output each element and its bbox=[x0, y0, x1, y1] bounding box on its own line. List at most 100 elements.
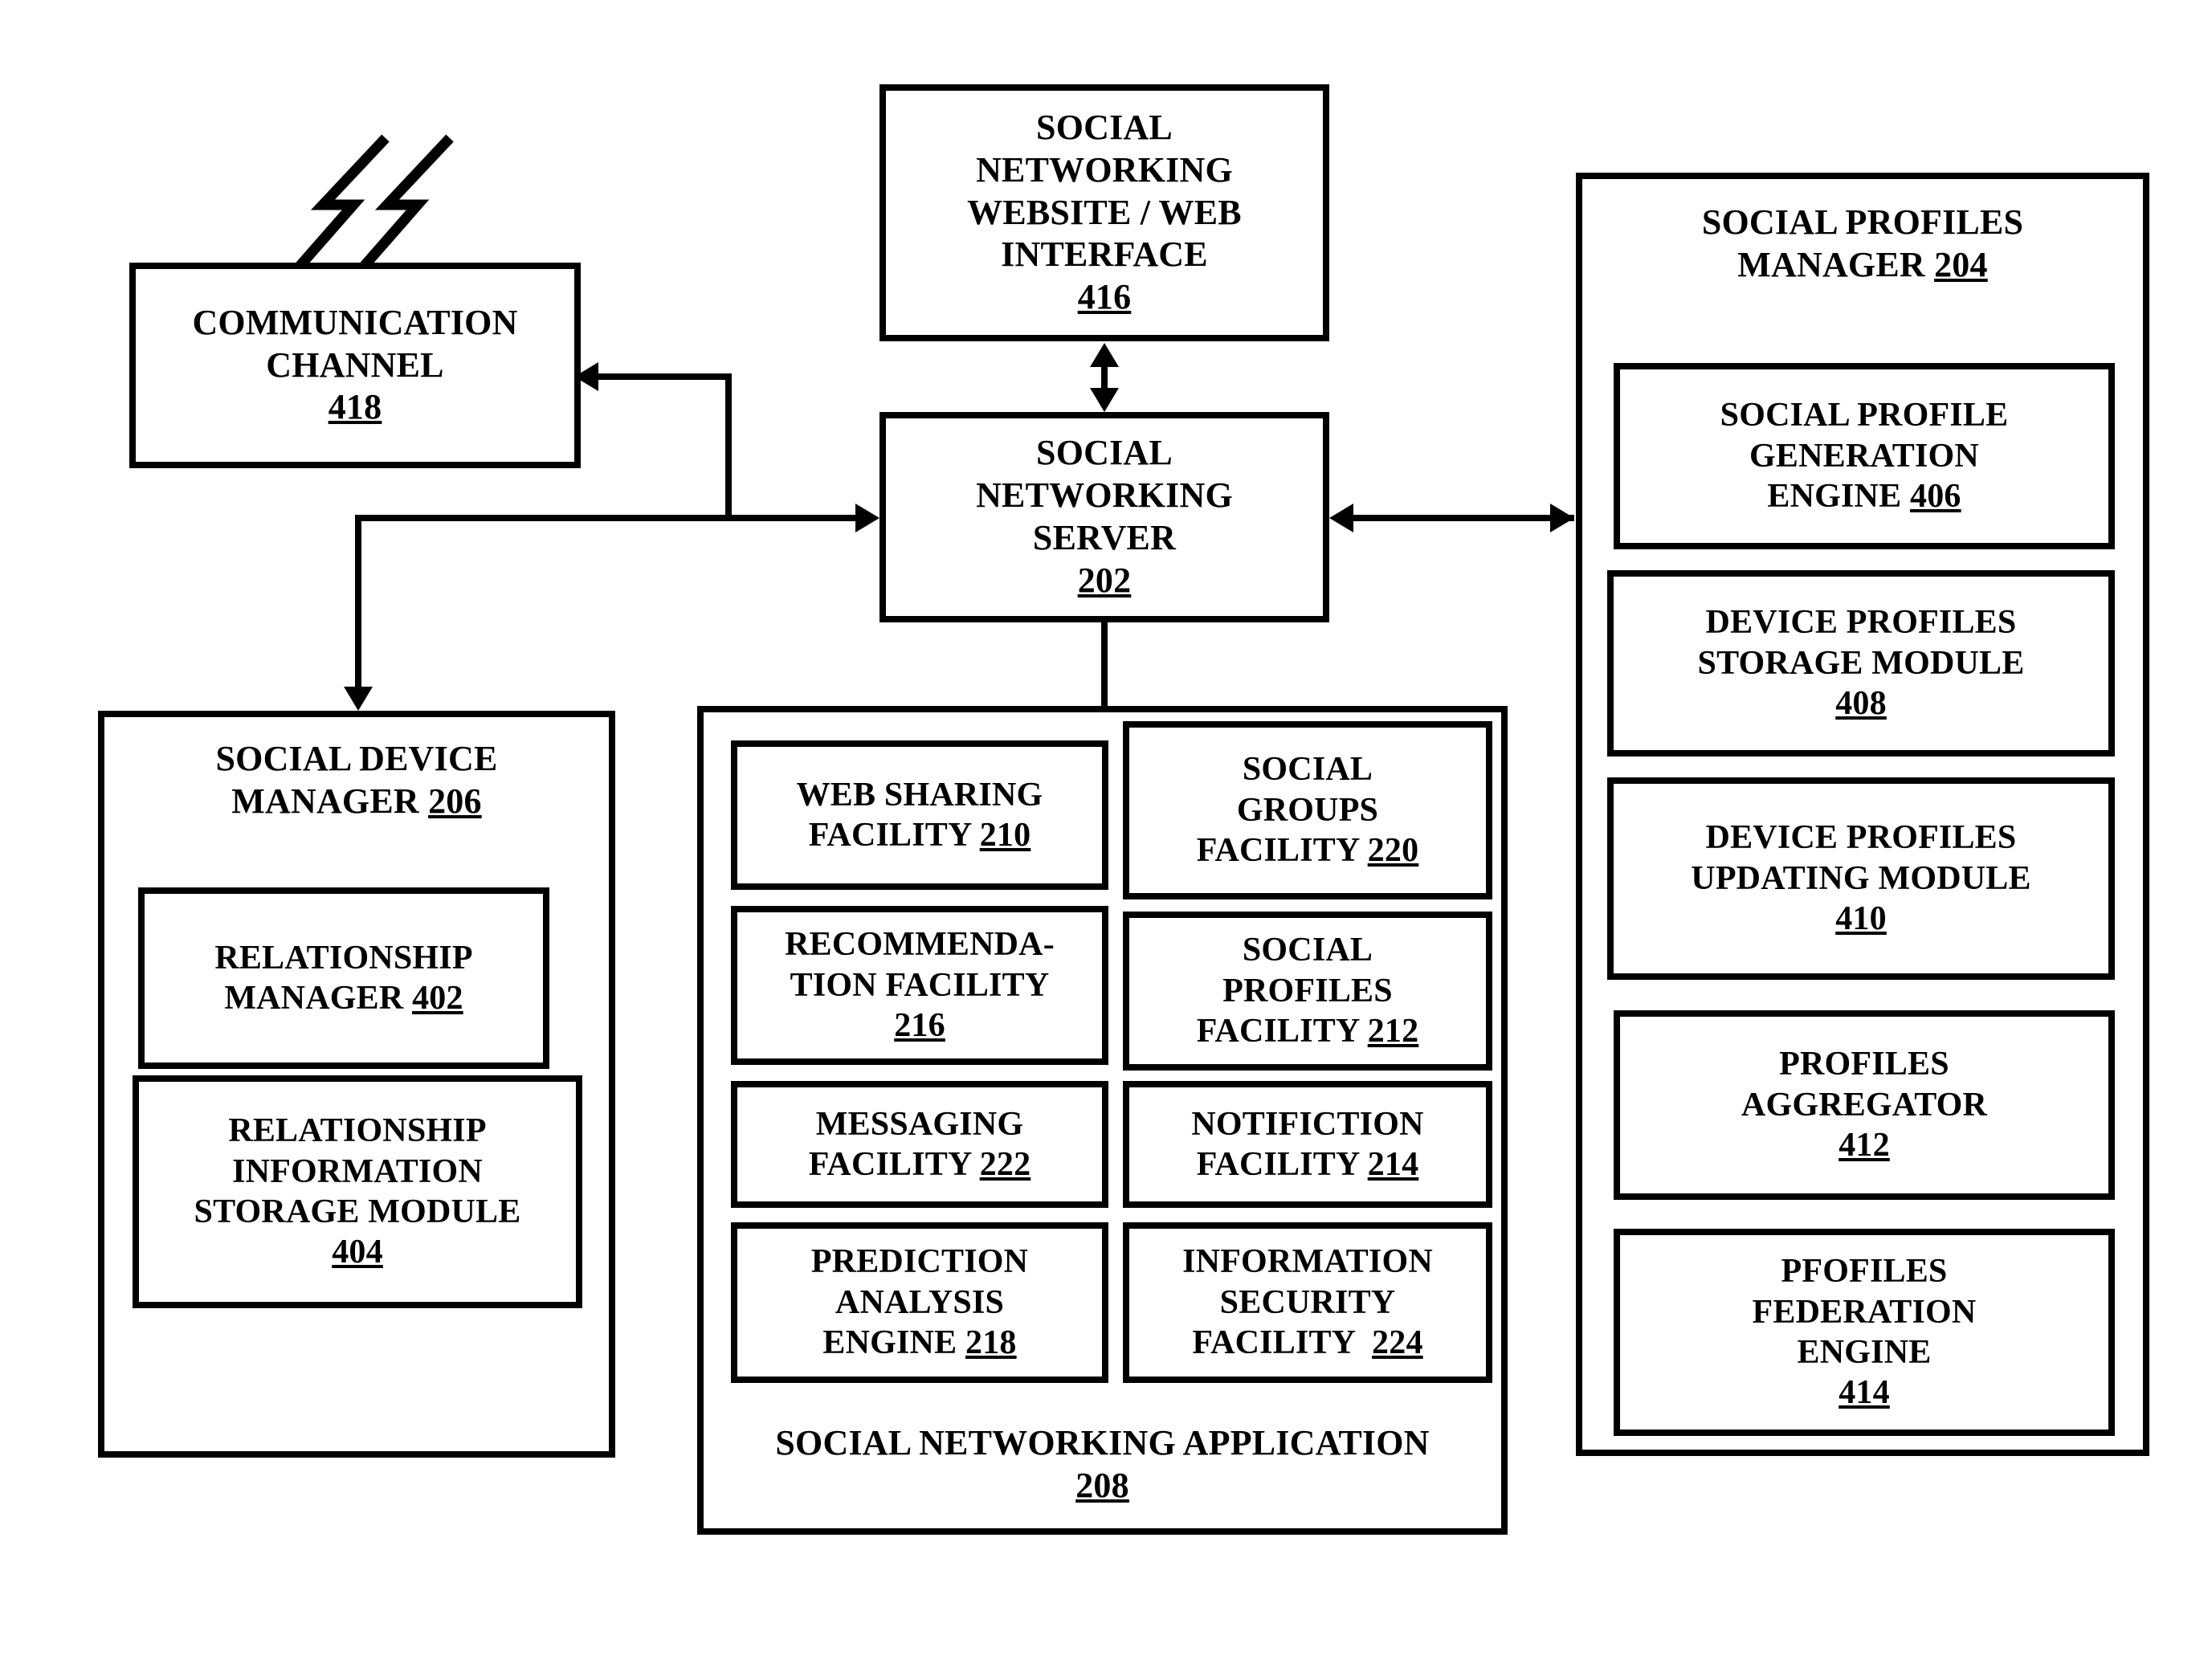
device-profiles-updating-module-box[interactable]: DEVICE PROFILES UPDATING MODULE 410 bbox=[1607, 777, 2115, 980]
prediction-line-3: ENGINE 218 bbox=[822, 1323, 1016, 1363]
wireless-signal-icon bbox=[293, 134, 454, 273]
arrow-right-into-server bbox=[855, 504, 879, 532]
communication-channel-line-1: COMMUNICATION bbox=[192, 302, 518, 342]
spge-ref: 406 bbox=[1910, 478, 1961, 516]
social-networking-server-box[interactable]: SOCIAL NETWORKING SERVER 202 bbox=[879, 412, 1329, 622]
social-device-manager-label-tail: MANAGER bbox=[231, 781, 429, 821]
social-networking-website-box[interactable]: SOCIAL NETWORKING WEBSITE / WEB INTERFAC… bbox=[879, 84, 1329, 341]
relationship-manager-label-tail: MANAGER bbox=[224, 980, 413, 1017]
recommendation-ref: 216 bbox=[894, 1007, 945, 1045]
social-profiles-manager-label-tail: MANAGER bbox=[1737, 244, 1935, 284]
website-line-1: SOCIAL bbox=[1036, 108, 1173, 147]
arrow-left-into-communication-channel bbox=[574, 362, 598, 391]
recommendation-line-2: TION FACILITY bbox=[790, 966, 1050, 1004]
spge-label-tail: ENGINE bbox=[1767, 478, 1910, 516]
aggregator-ref: 412 bbox=[1839, 1127, 1890, 1164]
information-security-ref: 224 bbox=[1372, 1324, 1423, 1362]
prediction-label-tail: ENGINE bbox=[822, 1324, 965, 1362]
prediction-line-1: PREDICTION bbox=[810, 1243, 1029, 1281]
figure-canvas: COMMUNICATION CHANNEL 418 SOCIAL NETWORK… bbox=[0, 0, 2212, 1660]
arrow-down-to-server bbox=[1090, 388, 1119, 412]
notification-ref: 214 bbox=[1367, 1146, 1419, 1183]
information-security-line-2: SECURITY bbox=[1219, 1283, 1396, 1321]
messaging-line-2: FACILITY 222 bbox=[809, 1144, 1031, 1185]
social-groups-facility-box[interactable]: SOCIAL GROUPS FACILITY 220 bbox=[1123, 721, 1492, 899]
relationship-info-line-3: STORAGE MODULE bbox=[194, 1193, 521, 1230]
prediction-ref: 218 bbox=[965, 1324, 1017, 1362]
relationship-information-storage-module-box[interactable]: RELATIONSHIP INFORMATION STORAGE MODULE … bbox=[133, 1075, 582, 1308]
social-profiles-facility-box[interactable]: SOCIAL PROFILES FACILITY 212 bbox=[1123, 912, 1492, 1071]
information-security-line-3: FACILITY 224 bbox=[1192, 1323, 1422, 1363]
web-sharing-line-1: WEB SHARING bbox=[796, 776, 1043, 814]
website-line-2: NETWORKING bbox=[976, 149, 1233, 190]
social-networking-application-title: SOCIAL NETWORKING APPLICATION bbox=[775, 1423, 1430, 1463]
connector-into-channel-line bbox=[596, 373, 732, 380]
social-groups-ref: 220 bbox=[1367, 832, 1419, 870]
notification-line-1: NOTIFICTION bbox=[1191, 1105, 1424, 1143]
social-groups-line-2: GROUPS bbox=[1236, 791, 1379, 829]
profiles-aggregator-box[interactable]: PROFILES AGGREGATOR 412 bbox=[1614, 1010, 2115, 1200]
relationship-manager-box[interactable]: RELATIONSHIP MANAGER 402 bbox=[138, 887, 549, 1069]
web-sharing-ref: 210 bbox=[979, 817, 1031, 854]
web-sharing-line-2: FACILITY 210 bbox=[809, 815, 1031, 855]
dpum-ref: 410 bbox=[1835, 900, 1887, 938]
server-line-1: SOCIAL bbox=[1036, 433, 1173, 473]
relationship-manager-ref: 402 bbox=[412, 980, 463, 1017]
connector-server-to-application-line bbox=[1101, 622, 1108, 711]
social-profiles-facility-ref: 212 bbox=[1367, 1013, 1419, 1050]
relationship-manager-line-2: MANAGER 402 bbox=[224, 978, 463, 1018]
web-sharing-facility-box[interactable]: WEB SHARING FACILITY 210 bbox=[731, 740, 1108, 890]
relationship-info-line-2: INFORMATION bbox=[232, 1152, 483, 1190]
social-profiles-manager-line-1: SOCIAL PROFILES bbox=[1701, 202, 2024, 242]
social-device-manager-line-2: MANAGER 206 bbox=[231, 781, 481, 823]
spge-line-2: GENERATION bbox=[1749, 437, 1979, 475]
relationship-info-ref: 404 bbox=[332, 1234, 383, 1271]
arrow-up-to-website bbox=[1090, 343, 1119, 367]
social-profile-generation-engine-box[interactable]: SOCIAL PROFILE GENERATION ENGINE 406 bbox=[1614, 363, 2115, 549]
notification-label-tail: FACILITY bbox=[1196, 1146, 1368, 1183]
communication-channel-box[interactable]: COMMUNICATION CHANNEL 418 bbox=[129, 263, 581, 468]
arrow-down-into-social-device-manager bbox=[344, 687, 373, 711]
prediction-line-2: ANALYSIS bbox=[835, 1283, 1005, 1321]
communication-channel-ref: 418 bbox=[328, 387, 382, 427]
web-sharing-label-tail: FACILITY bbox=[808, 817, 980, 854]
social-profiles-facility-line-1: SOCIAL bbox=[1242, 932, 1373, 969]
profiles-federation-engine-box[interactable]: PFOFILES FEDERATION ENGINE 414 bbox=[1614, 1229, 2115, 1436]
information-security-facility-box[interactable]: INFORMATION SECURITY FACILITY 224 bbox=[1123, 1222, 1492, 1383]
arrow-right-to-profiles-manager bbox=[1550, 504, 1574, 532]
federation-ref: 414 bbox=[1839, 1374, 1890, 1412]
federation-line-2: FEDERATION bbox=[1752, 1293, 1977, 1331]
messaging-facility-box[interactable]: MESSAGING FACILITY 222 bbox=[731, 1081, 1108, 1208]
messaging-label-tail: FACILITY bbox=[808, 1146, 980, 1183]
relationship-info-line-1: RELATIONSHIP bbox=[228, 1112, 487, 1150]
federation-line-3: ENGINE bbox=[1797, 1334, 1932, 1371]
website-ref: 416 bbox=[1077, 277, 1132, 317]
spge-line-1: SOCIAL PROFILE bbox=[1720, 397, 2009, 434]
messaging-line-1: MESSAGING bbox=[815, 1105, 1024, 1143]
dpsm-line-1: DEVICE PROFILES bbox=[1705, 604, 2017, 642]
recommendation-facility-box[interactable]: RECOMMENDA- TION FACILITY 216 bbox=[731, 906, 1108, 1065]
communication-channel-line-2: CHANNEL bbox=[266, 345, 444, 385]
federation-line-1: PFOFILES bbox=[1781, 1253, 1948, 1291]
information-security-label-tail: FACILITY bbox=[1192, 1324, 1373, 1362]
social-groups-line-1: SOCIAL bbox=[1242, 751, 1373, 789]
prediction-analysis-engine-box[interactable]: PREDICTION ANALYSIS ENGINE 218 bbox=[731, 1222, 1108, 1383]
device-profiles-storage-module-box[interactable]: DEVICE PROFILES STORAGE MODULE 408 bbox=[1607, 570, 2115, 757]
dpsm-ref: 408 bbox=[1835, 685, 1887, 723]
social-profiles-facility-line-3: FACILITY 212 bbox=[1197, 1011, 1419, 1051]
social-profiles-facility-line-2: PROFILES bbox=[1222, 972, 1393, 1009]
connector-server-profiles-line bbox=[1337, 515, 1574, 521]
aggregator-line-2: AGGREGATOR bbox=[1741, 1086, 1988, 1124]
connector-branch-down-line bbox=[355, 515, 361, 693]
social-groups-label-tail: FACILITY bbox=[1196, 832, 1368, 870]
connector-branch-to-server-line bbox=[355, 515, 873, 521]
dpum-line-1: DEVICE PROFILES bbox=[1705, 819, 2017, 857]
dpum-line-2: UPDATING MODULE bbox=[1691, 859, 2031, 897]
connector-branch-up-line bbox=[725, 377, 732, 521]
notification-facility-box[interactable]: NOTIFICTION FACILITY 214 bbox=[1123, 1081, 1492, 1208]
website-line-4: INTERFACE bbox=[1001, 235, 1208, 275]
social-profiles-manager-line-2: MANAGER 204 bbox=[1737, 244, 1987, 287]
recommendation-line-1: RECOMMENDA- bbox=[785, 926, 1055, 964]
spge-line-3: ENGINE 406 bbox=[1767, 476, 1961, 516]
social-networking-application-ref: 208 bbox=[1075, 1466, 1129, 1506]
